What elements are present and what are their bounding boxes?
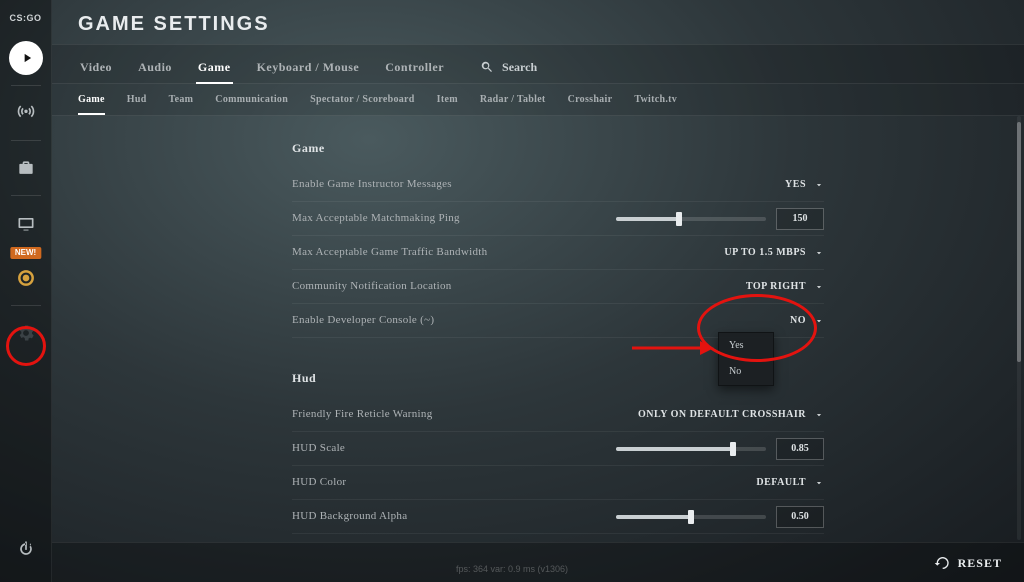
page-title: GAME SETTINGS <box>52 0 1024 44</box>
footer-bar: RESET <box>52 542 1024 582</box>
gear-icon <box>16 323 36 343</box>
row-ping: Max Acceptable Matchmaking Ping 150 <box>292 202 824 236</box>
secondary-tabs: Game Hud Team Communication Spectator / … <box>52 84 1024 116</box>
chevron-down-icon <box>814 410 824 420</box>
nav-settings-button[interactable] <box>0 310 52 356</box>
nav-awards-button[interactable]: NEW! <box>0 255 52 301</box>
subtab-crosshair[interactable]: Crosshair <box>568 85 613 115</box>
medal-icon <box>16 268 36 288</box>
nav-power-button[interactable] <box>0 526 52 572</box>
row-instructor-label: Enable Game Instructor Messages <box>292 179 452 190</box>
row-hud-scale-value[interactable]: 0.85 <box>776 438 824 460</box>
scrollbar-thumb[interactable] <box>1017 122 1021 362</box>
row-notify: Community Notification Location TOP RIGH… <box>292 270 824 304</box>
row-hud-color-label: HUD Color <box>292 477 346 488</box>
subtab-communication[interactable]: Communication <box>215 85 288 115</box>
nav-inventory-button[interactable] <box>0 145 52 191</box>
subtab-hud[interactable]: Hud <box>127 85 147 115</box>
row-hud-bgalpha-slider[interactable] <box>616 515 766 519</box>
fps-readout: fps: 364 var: 0.9 ms (v1306) <box>456 565 568 574</box>
search-icon <box>480 60 494 74</box>
devcon-option-no[interactable]: No <box>719 359 773 385</box>
row-devcon-label: Enable Developer Console (~) <box>292 315 434 326</box>
reset-button[interactable]: RESET <box>934 555 1002 571</box>
subtab-item[interactable]: Item <box>437 85 458 115</box>
devcon-option-yes[interactable]: Yes <box>719 333 773 359</box>
tv-icon <box>16 213 36 233</box>
row-ping-slider[interactable] <box>616 217 766 221</box>
devcon-dropdown: Yes No <box>718 332 774 386</box>
new-badge: NEW! <box>10 247 41 259</box>
search-button[interactable]: Search <box>480 60 537 74</box>
chevron-down-icon <box>814 478 824 488</box>
row-hud-color-select[interactable]: DEFAULT <box>756 478 824 488</box>
row-notify-label: Community Notification Location <box>292 281 452 292</box>
row-bandwidth-label: Max Acceptable Game Traffic Bandwidth <box>292 247 487 258</box>
play-icon <box>9 41 43 75</box>
subtab-spectator[interactable]: Spectator / Scoreboard <box>310 85 415 115</box>
subtab-game[interactable]: Game <box>78 85 105 115</box>
reset-icon <box>934 555 950 571</box>
power-icon <box>16 539 36 559</box>
brand-logo: CS:GO <box>9 6 41 35</box>
chevron-down-icon <box>814 316 824 326</box>
tab-video[interactable]: Video <box>78 51 114 83</box>
reset-label: RESET <box>958 557 1002 569</box>
row-hud-scale-label: HUD Scale <box>292 443 345 454</box>
tab-game[interactable]: Game <box>196 51 233 83</box>
tab-audio[interactable]: Audio <box>136 51 174 83</box>
chevron-down-icon <box>814 180 824 190</box>
primary-tabs: Video Audio Game Keyboard / Mouse Contro… <box>52 44 1024 84</box>
settings-scroll-area[interactable]: Game Enable Game Instructor Messages YES… <box>52 116 1024 582</box>
search-label: Search <box>502 61 537 73</box>
briefcase-icon <box>16 158 36 178</box>
subtab-twitch[interactable]: Twitch.tv <box>634 85 677 115</box>
chevron-down-icon <box>814 248 824 258</box>
row-hud-scale-slider[interactable] <box>616 447 766 451</box>
nav-watch-button[interactable] <box>0 200 52 246</box>
row-hud-scale: HUD Scale 0.85 <box>292 432 824 466</box>
subtab-radar[interactable]: Radar / Tablet <box>480 85 546 115</box>
subtab-team[interactable]: Team <box>169 85 194 115</box>
nav-broadcast-button[interactable] <box>0 90 52 136</box>
row-notify-select[interactable]: TOP RIGHT <box>746 282 824 292</box>
row-ffwarn-label: Friendly Fire Reticle Warning <box>292 409 433 420</box>
tab-controller[interactable]: Controller <box>383 51 446 83</box>
row-hud-bgalpha-value[interactable]: 0.50 <box>776 506 824 528</box>
section-game-title: Game <box>292 134 824 168</box>
main-panel: GAME SETTINGS Video Audio Game Keyboard … <box>52 0 1024 582</box>
chevron-down-icon <box>814 282 824 292</box>
antenna-icon <box>16 103 36 123</box>
tab-keyboard-mouse[interactable]: Keyboard / Mouse <box>255 51 362 83</box>
nav-play-button[interactable] <box>0 35 52 81</box>
row-instructor-select[interactable]: YES <box>785 180 824 190</box>
left-rail: CS:GO NEW! <box>0 0 52 582</box>
row-bandwidth-select[interactable]: UP TO 1.5 MBPS <box>724 248 824 258</box>
row-ping-label: Max Acceptable Matchmaking Ping <box>292 213 460 224</box>
row-ffwarn-select[interactable]: ONLY ON DEFAULT CROSSHAIR <box>638 410 824 420</box>
row-ping-value[interactable]: 150 <box>776 208 824 230</box>
row-hud-bgalpha-label: HUD Background Alpha <box>292 511 407 522</box>
row-hud-bgalpha: HUD Background Alpha 0.50 <box>292 500 824 534</box>
row-ffwarn: Friendly Fire Reticle Warning ONLY ON DE… <box>292 398 824 432</box>
row-instructor: Enable Game Instructor Messages YES <box>292 168 824 202</box>
row-devcon-select[interactable]: NO <box>790 316 824 326</box>
row-bandwidth: Max Acceptable Game Traffic Bandwidth UP… <box>292 236 824 270</box>
row-hud-color: HUD Color DEFAULT <box>292 466 824 500</box>
